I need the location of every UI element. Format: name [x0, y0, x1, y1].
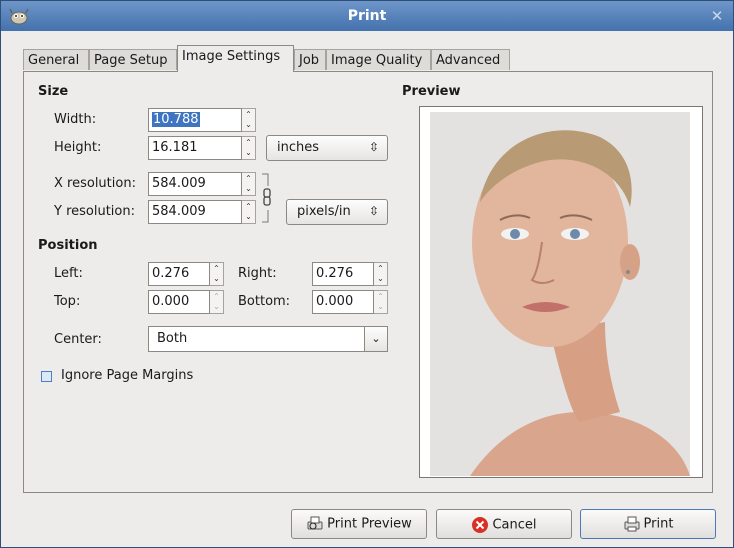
center-value: Both — [157, 331, 188, 346]
print-preview-icon — [307, 516, 323, 530]
spin-up-icon[interactable]: ⌃ — [376, 264, 385, 274]
print-preview-button[interactable]: Print Preview — [291, 509, 427, 539]
spin-down-icon[interactable]: ⌄ — [212, 274, 221, 284]
width-label: Width: — [54, 112, 97, 127]
print-preview-label: Print Preview — [327, 516, 412, 532]
spin-up-icon[interactable]: ⌃ — [244, 110, 253, 120]
tab-general[interactable]: General — [23, 49, 89, 70]
left-label: Left: — [54, 266, 83, 281]
spin-down-icon[interactable]: ⌄ — [376, 274, 385, 284]
tab-job[interactable]: Job — [294, 49, 326, 70]
height-input[interactable]: 16.181 — [148, 136, 242, 160]
chevron-down-icon[interactable]: ⌄ — [364, 327, 387, 351]
left-input[interactable]: 0.276 — [148, 262, 210, 286]
width-value: 10.788 — [152, 112, 200, 127]
spin-down-icon[interactable]: ⌄ — [244, 212, 253, 222]
bottom-spin-button[interactable]: ⌃ ⌄ — [374, 290, 388, 314]
top-spin-button[interactable]: ⌃ ⌄ — [210, 290, 224, 314]
spin-up-icon[interactable]: ⌃ — [244, 138, 253, 148]
tab-image-quality[interactable]: Image Quality — [326, 49, 431, 70]
titlebar[interactable]: Print ✕ — [1, 1, 733, 31]
chain-link-icon[interactable] — [260, 172, 274, 224]
right-input[interactable]: 0.276 — [312, 262, 374, 286]
position-section-title: Position — [38, 238, 98, 253]
print-label: Print — [643, 516, 674, 532]
resolution-unit-value: pixels/in — [297, 204, 351, 219]
updown-arrow-icon: ⇳ — [368, 140, 379, 154]
spin-up-icon[interactable]: ⌃ — [212, 264, 221, 274]
width-input[interactable]: 10.788 — [148, 108, 242, 132]
x-resolution-spin-button[interactable]: ⌃ ⌄ — [242, 172, 256, 196]
y-resolution-spin-button[interactable]: ⌃ ⌄ — [242, 200, 256, 224]
spin-up-icon[interactable]: ⌃ — [244, 202, 253, 212]
print-preview-area[interactable] — [419, 106, 703, 478]
spin-up-icon[interactable]: ⌃ — [376, 292, 385, 302]
print-dialog: Print ✕ General Page Setup Image Setting… — [0, 0, 734, 548]
tab-image-settings[interactable]: Image Settings — [177, 45, 294, 72]
print-button[interactable]: Print — [580, 509, 716, 539]
close-icon[interactable]: ✕ — [709, 8, 725, 24]
height-spin-button[interactable]: ⌃ ⌄ — [242, 136, 256, 160]
spin-down-icon[interactable]: ⌄ — [244, 184, 253, 194]
spin-down-icon[interactable]: ⌄ — [244, 148, 253, 158]
size-section-title: Size — [38, 84, 69, 99]
x-resolution-label: X resolution: — [54, 176, 136, 191]
resolution-unit-select[interactable]: pixels/in ⇳ — [286, 199, 388, 225]
right-spin-button[interactable]: ⌃ ⌄ — [374, 262, 388, 286]
preview-portrait-image — [430, 112, 690, 476]
image-settings-panel: Size Width: 10.788 ⌃ ⌄ Height: 16.181 ⌃ ⌄ … — [23, 71, 713, 493]
preview-section-title: Preview — [402, 84, 461, 99]
spin-up-icon[interactable]: ⌃ — [244, 174, 253, 184]
center-label: Center: — [54, 332, 102, 347]
tab-page-setup[interactable]: Page Setup — [89, 49, 177, 70]
size-unit-value: inches — [277, 140, 320, 155]
cancel-button[interactable]: Cancel — [436, 509, 572, 539]
ignore-margins-checkbox[interactable] — [41, 371, 52, 382]
updown-arrow-icon: ⇳ — [368, 204, 379, 218]
top-input[interactable]: 0.000 — [148, 290, 210, 314]
bottom-input[interactable]: 0.000 — [312, 290, 374, 314]
ignore-margins-label[interactable]: Ignore Page Margins — [61, 368, 193, 383]
bottom-label: Bottom: — [238, 294, 291, 309]
height-label: Height: — [54, 140, 102, 155]
spin-down-icon[interactable]: ⌄ — [376, 302, 385, 312]
cancel-icon — [472, 517, 489, 533]
left-spin-button[interactable]: ⌃ ⌄ — [210, 262, 224, 286]
cancel-label: Cancel — [492, 517, 537, 533]
window-title: Print — [347, 8, 387, 24]
printer-icon — [624, 516, 640, 532]
x-resolution-input[interactable]: 584.009 — [148, 172, 242, 196]
spin-up-icon[interactable]: ⌃ — [212, 292, 221, 302]
tab-advanced[interactable]: Advanced — [431, 49, 510, 70]
right-label: Right: — [238, 266, 277, 281]
spin-down-icon[interactable]: ⌄ — [244, 120, 253, 130]
width-spin-button[interactable]: ⌃ ⌄ — [242, 108, 256, 132]
y-resolution-label: Y resolution: — [54, 204, 135, 219]
y-resolution-input[interactable]: 584.009 — [148, 200, 242, 224]
size-unit-select[interactable]: inches ⇳ — [266, 135, 388, 161]
center-select[interactable]: Both ⌄ — [148, 326, 388, 352]
spin-down-icon[interactable]: ⌄ — [212, 302, 221, 312]
top-label: Top: — [54, 294, 81, 309]
